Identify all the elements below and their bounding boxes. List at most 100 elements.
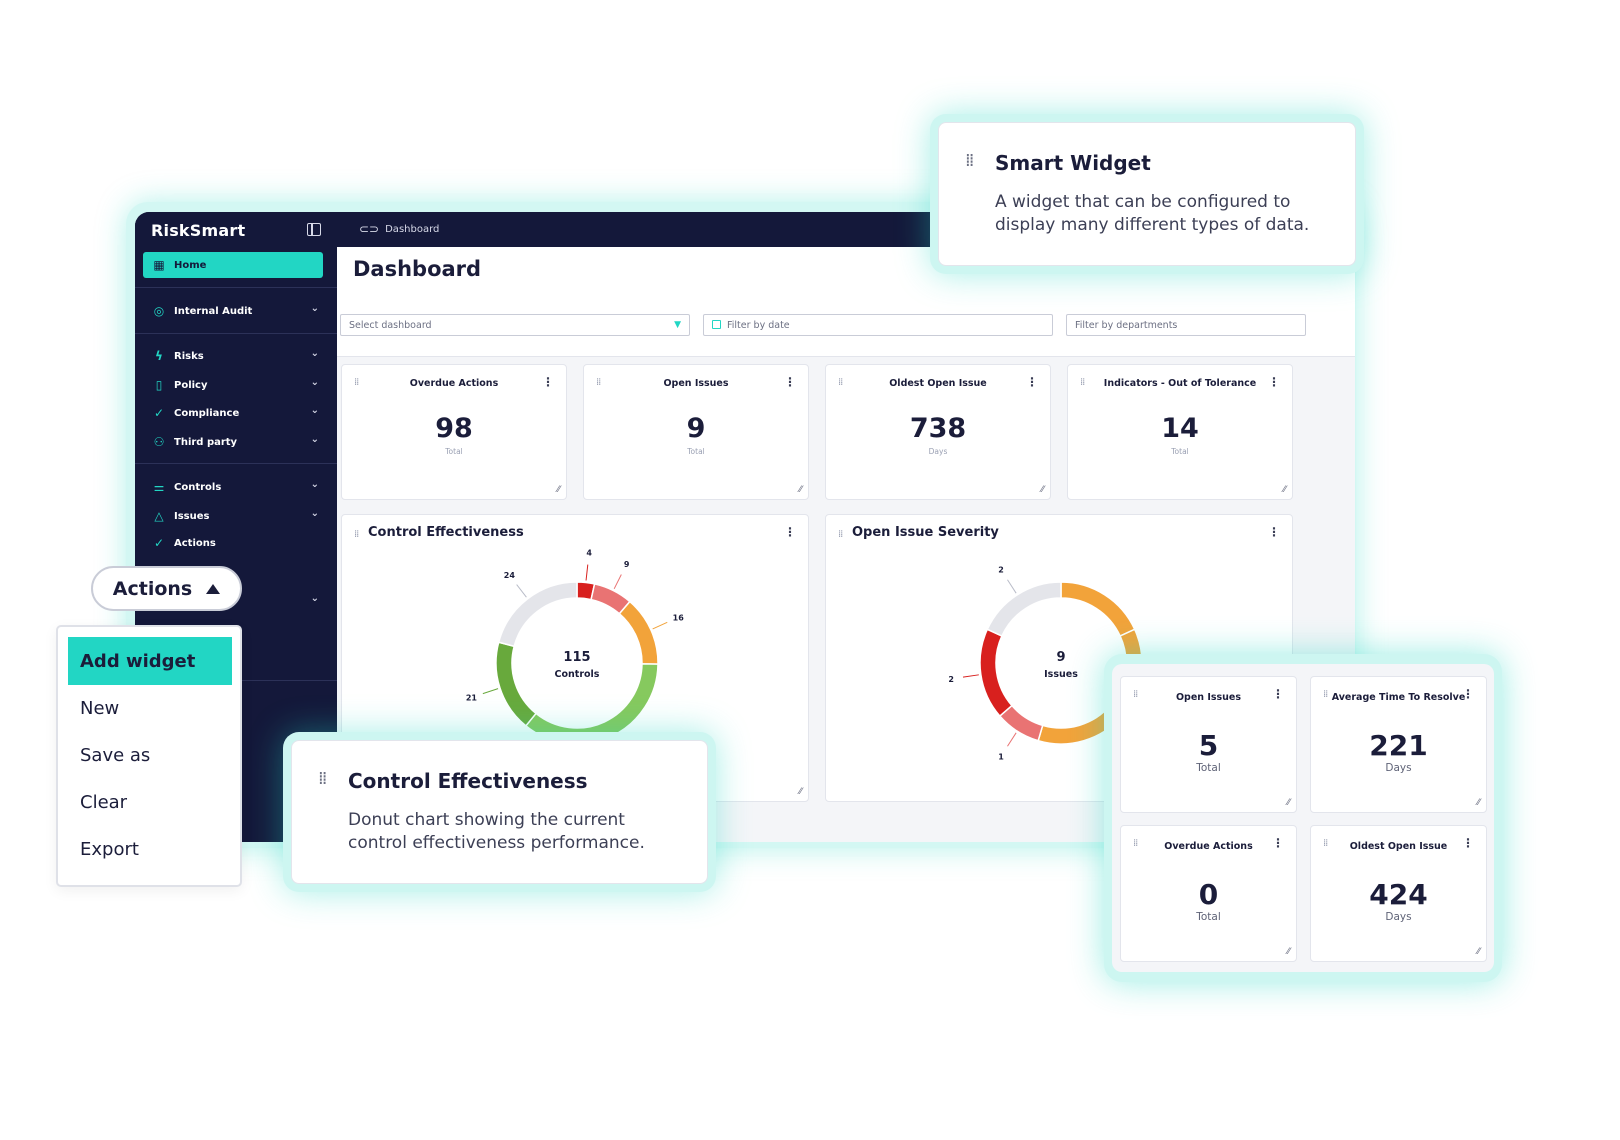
kpi-unit: Days xyxy=(928,447,948,456)
resize-handle-icon[interactable]: ⁄⁄ xyxy=(1287,947,1290,957)
resize-handle-icon[interactable]: ⁄⁄ xyxy=(1287,798,1290,808)
actions-button[interactable]: Actions xyxy=(91,566,242,611)
sidebar-item-third-party[interactable]: ⚇ Third party ⌄ xyxy=(143,429,323,455)
sidebar-item-label: Compliance xyxy=(174,407,240,419)
menu-item-export[interactable]: Export xyxy=(68,825,232,873)
target-icon: ◎ xyxy=(153,304,165,318)
sidebar-collapse-icon[interactable] xyxy=(307,223,321,236)
menu-item-save-as[interactable]: Save as xyxy=(68,731,232,779)
kpi-card-open-issues[interactable]: ⁞⁞ Open Issues ⋮ 9 Total ⁄⁄ xyxy=(583,364,809,500)
kpi-unit: Total xyxy=(445,447,463,456)
more-options-icon[interactable]: ⋮ xyxy=(1272,687,1284,701)
sidebar-item-label: Actions xyxy=(174,537,216,549)
donut-slice[interactable] xyxy=(1060,581,1136,637)
more-options-icon[interactable]: ⋮ xyxy=(1268,375,1280,389)
filter-by-departments-input[interactable]: Filter by departments xyxy=(1066,314,1306,336)
kpi-value: 221 xyxy=(1369,729,1428,762)
donut-center-label: Controls xyxy=(555,669,600,680)
menu-item-add-widget[interactable]: Add widget xyxy=(68,637,232,685)
slice-label: 24 xyxy=(504,571,516,580)
resize-handle-icon[interactable]: ⁄⁄ xyxy=(1477,798,1480,808)
caret-up-icon xyxy=(206,583,221,594)
more-options-icon[interactable]: ⋮ xyxy=(1462,687,1474,701)
sidebar-item-home[interactable]: ▦ Home xyxy=(143,252,323,278)
actions-menu: Add widget New Save as Clear Export xyxy=(56,625,242,887)
mini-widget-grid: ⁞⁞ Open Issues ⋮ 5 Total ⁄⁄ ⁞⁞ Average T… xyxy=(1112,664,1494,972)
kpi-card-overdue-actions[interactable]: ⁞⁞ Overdue Actions ⋮ 98 Total ⁄⁄ xyxy=(341,364,567,500)
kpi-card-indicators-out-of-tolerance[interactable]: ⁞⁞ Indicators - Out of Tolerance ⋮ 14 To… xyxy=(1067,364,1293,500)
sidebar-item-label: Policy xyxy=(174,379,208,391)
donut-slice[interactable] xyxy=(497,581,578,648)
sidebar-item-risks[interactable]: ϟ Risks ⌄ xyxy=(143,343,323,369)
chevron-down-icon: ⌄ xyxy=(310,377,319,388)
kpi-value: 5 xyxy=(1198,729,1219,762)
departments-placeholder: Filter by departments xyxy=(1075,320,1178,331)
resize-handle-icon[interactable]: ⁄⁄ xyxy=(799,787,802,797)
callout-description-line: A widget that can be configured to xyxy=(995,192,1291,212)
resize-handle-icon[interactable]: ⁄⁄ xyxy=(1041,485,1044,495)
donut-slice[interactable] xyxy=(618,600,659,665)
kpi-unit: Total xyxy=(1171,447,1189,456)
kpi-title: Oldest Open Issue xyxy=(1349,841,1448,852)
sliders-icon: ⚌ xyxy=(153,480,165,494)
mini-kpi-open-issues[interactable]: ⁞⁞ Open Issues ⋮ 5 Total ⁄⁄ xyxy=(1120,676,1297,813)
sidebar-item-controls[interactable]: ⚌ Controls ⌄ xyxy=(143,474,323,500)
more-options-icon[interactable]: ⋮ xyxy=(784,375,796,389)
sidebar-item-policy[interactable]: ▯ Policy ⌄ xyxy=(143,372,323,398)
kpi-title: Oldest Open Issue xyxy=(889,378,987,389)
menu-item-clear[interactable]: Clear xyxy=(68,778,232,826)
chevron-down-icon: ⌄ xyxy=(310,434,319,445)
kpi-unit: Total xyxy=(1196,911,1221,923)
sidebar-divider xyxy=(135,287,337,288)
caret-down-icon: ▼ xyxy=(674,320,681,330)
donut-slice[interactable] xyxy=(979,628,1013,718)
callout-title: Smart Widget xyxy=(995,151,1151,175)
more-options-icon[interactable]: ⋮ xyxy=(1272,836,1284,850)
kpi-title: Open Issues xyxy=(663,378,729,389)
sidebar-divider xyxy=(135,333,337,334)
more-options-icon[interactable]: ⋮ xyxy=(1026,375,1038,389)
slice-label: 1 xyxy=(998,752,1004,761)
slice-label: 16 xyxy=(673,613,685,622)
more-options-icon[interactable]: ⋮ xyxy=(1462,836,1474,850)
donut-slice[interactable] xyxy=(495,641,538,727)
chevron-down-icon: ⌄ xyxy=(310,508,319,519)
kpi-value: 0 xyxy=(1198,878,1219,911)
slice-leader-line xyxy=(652,621,668,630)
sidebar-item-compliance[interactable]: ✓ Compliance ⌄ xyxy=(143,400,323,426)
kpi-unit: Days xyxy=(1385,911,1412,923)
resize-handle-icon[interactable]: ⁄⁄ xyxy=(799,485,802,495)
kpi-value: 98 xyxy=(435,413,473,444)
slice-leader-line xyxy=(516,584,527,598)
chevron-down-icon: ⌄ xyxy=(310,405,319,416)
brand-logo: RiskSmart xyxy=(151,221,246,240)
breadcrumb[interactable]: ⊂⊃ Dashboard xyxy=(359,222,439,236)
resize-handle-icon[interactable]: ⁄⁄ xyxy=(557,485,560,495)
sidebar-item-actions[interactable]: ✓ Actions xyxy=(143,530,323,556)
slice-label: 21 xyxy=(466,693,478,702)
more-options-icon[interactable]: ⋮ xyxy=(542,375,554,389)
kpi-title: Overdue Actions xyxy=(409,378,499,389)
kpi-value: 14 xyxy=(1161,413,1199,444)
resize-handle-icon[interactable]: ⁄⁄ xyxy=(1283,485,1286,495)
sidebar-item-issues[interactable]: △ Issues ⌄ xyxy=(143,503,323,529)
select-dashboard-dropdown[interactable]: Select dashboard ▼ xyxy=(340,314,690,336)
mini-kpi-average-time-to-resolve[interactable]: ⁞⁞ Average Time To Resolve ⋮ 221 Days ⁄⁄ xyxy=(1310,676,1487,813)
sidebar-item-label: Third party xyxy=(174,436,238,448)
sidebar-divider xyxy=(135,463,337,464)
menu-item-new[interactable]: New xyxy=(68,684,232,732)
slice-label: 4 xyxy=(586,549,592,558)
mini-kpi-overdue-actions[interactable]: ⁞⁞ Overdue Actions ⋮ 0 Total ⁄⁄ xyxy=(1120,825,1297,962)
bolt-icon: ϟ xyxy=(155,349,163,363)
kpi-card-oldest-open-issue[interactable]: ⁞⁞ Oldest Open Issue ⋮ 738 Days ⁄⁄ xyxy=(825,364,1051,500)
kpi-title: Average Time To Resolve xyxy=(1331,692,1466,703)
slice-label: 2 xyxy=(948,675,954,684)
mini-kpi-oldest-open-issue[interactable]: ⁞⁞ Oldest Open Issue ⋮ 424 Days ⁄⁄ xyxy=(1310,825,1487,962)
kpi-title: Open Issues xyxy=(1175,692,1242,703)
filter-by-date-input[interactable]: Filter by date xyxy=(703,314,1053,336)
resize-handle-icon[interactable]: ⁄⁄ xyxy=(1477,947,1480,957)
donut-slice[interactable] xyxy=(986,581,1062,637)
callout-description-line: control effectiveness performance. xyxy=(348,833,645,853)
sidebar-item-internal-audit[interactable]: ◎ Internal Audit ⌄ xyxy=(143,298,323,324)
slice-leader-line xyxy=(613,574,622,590)
